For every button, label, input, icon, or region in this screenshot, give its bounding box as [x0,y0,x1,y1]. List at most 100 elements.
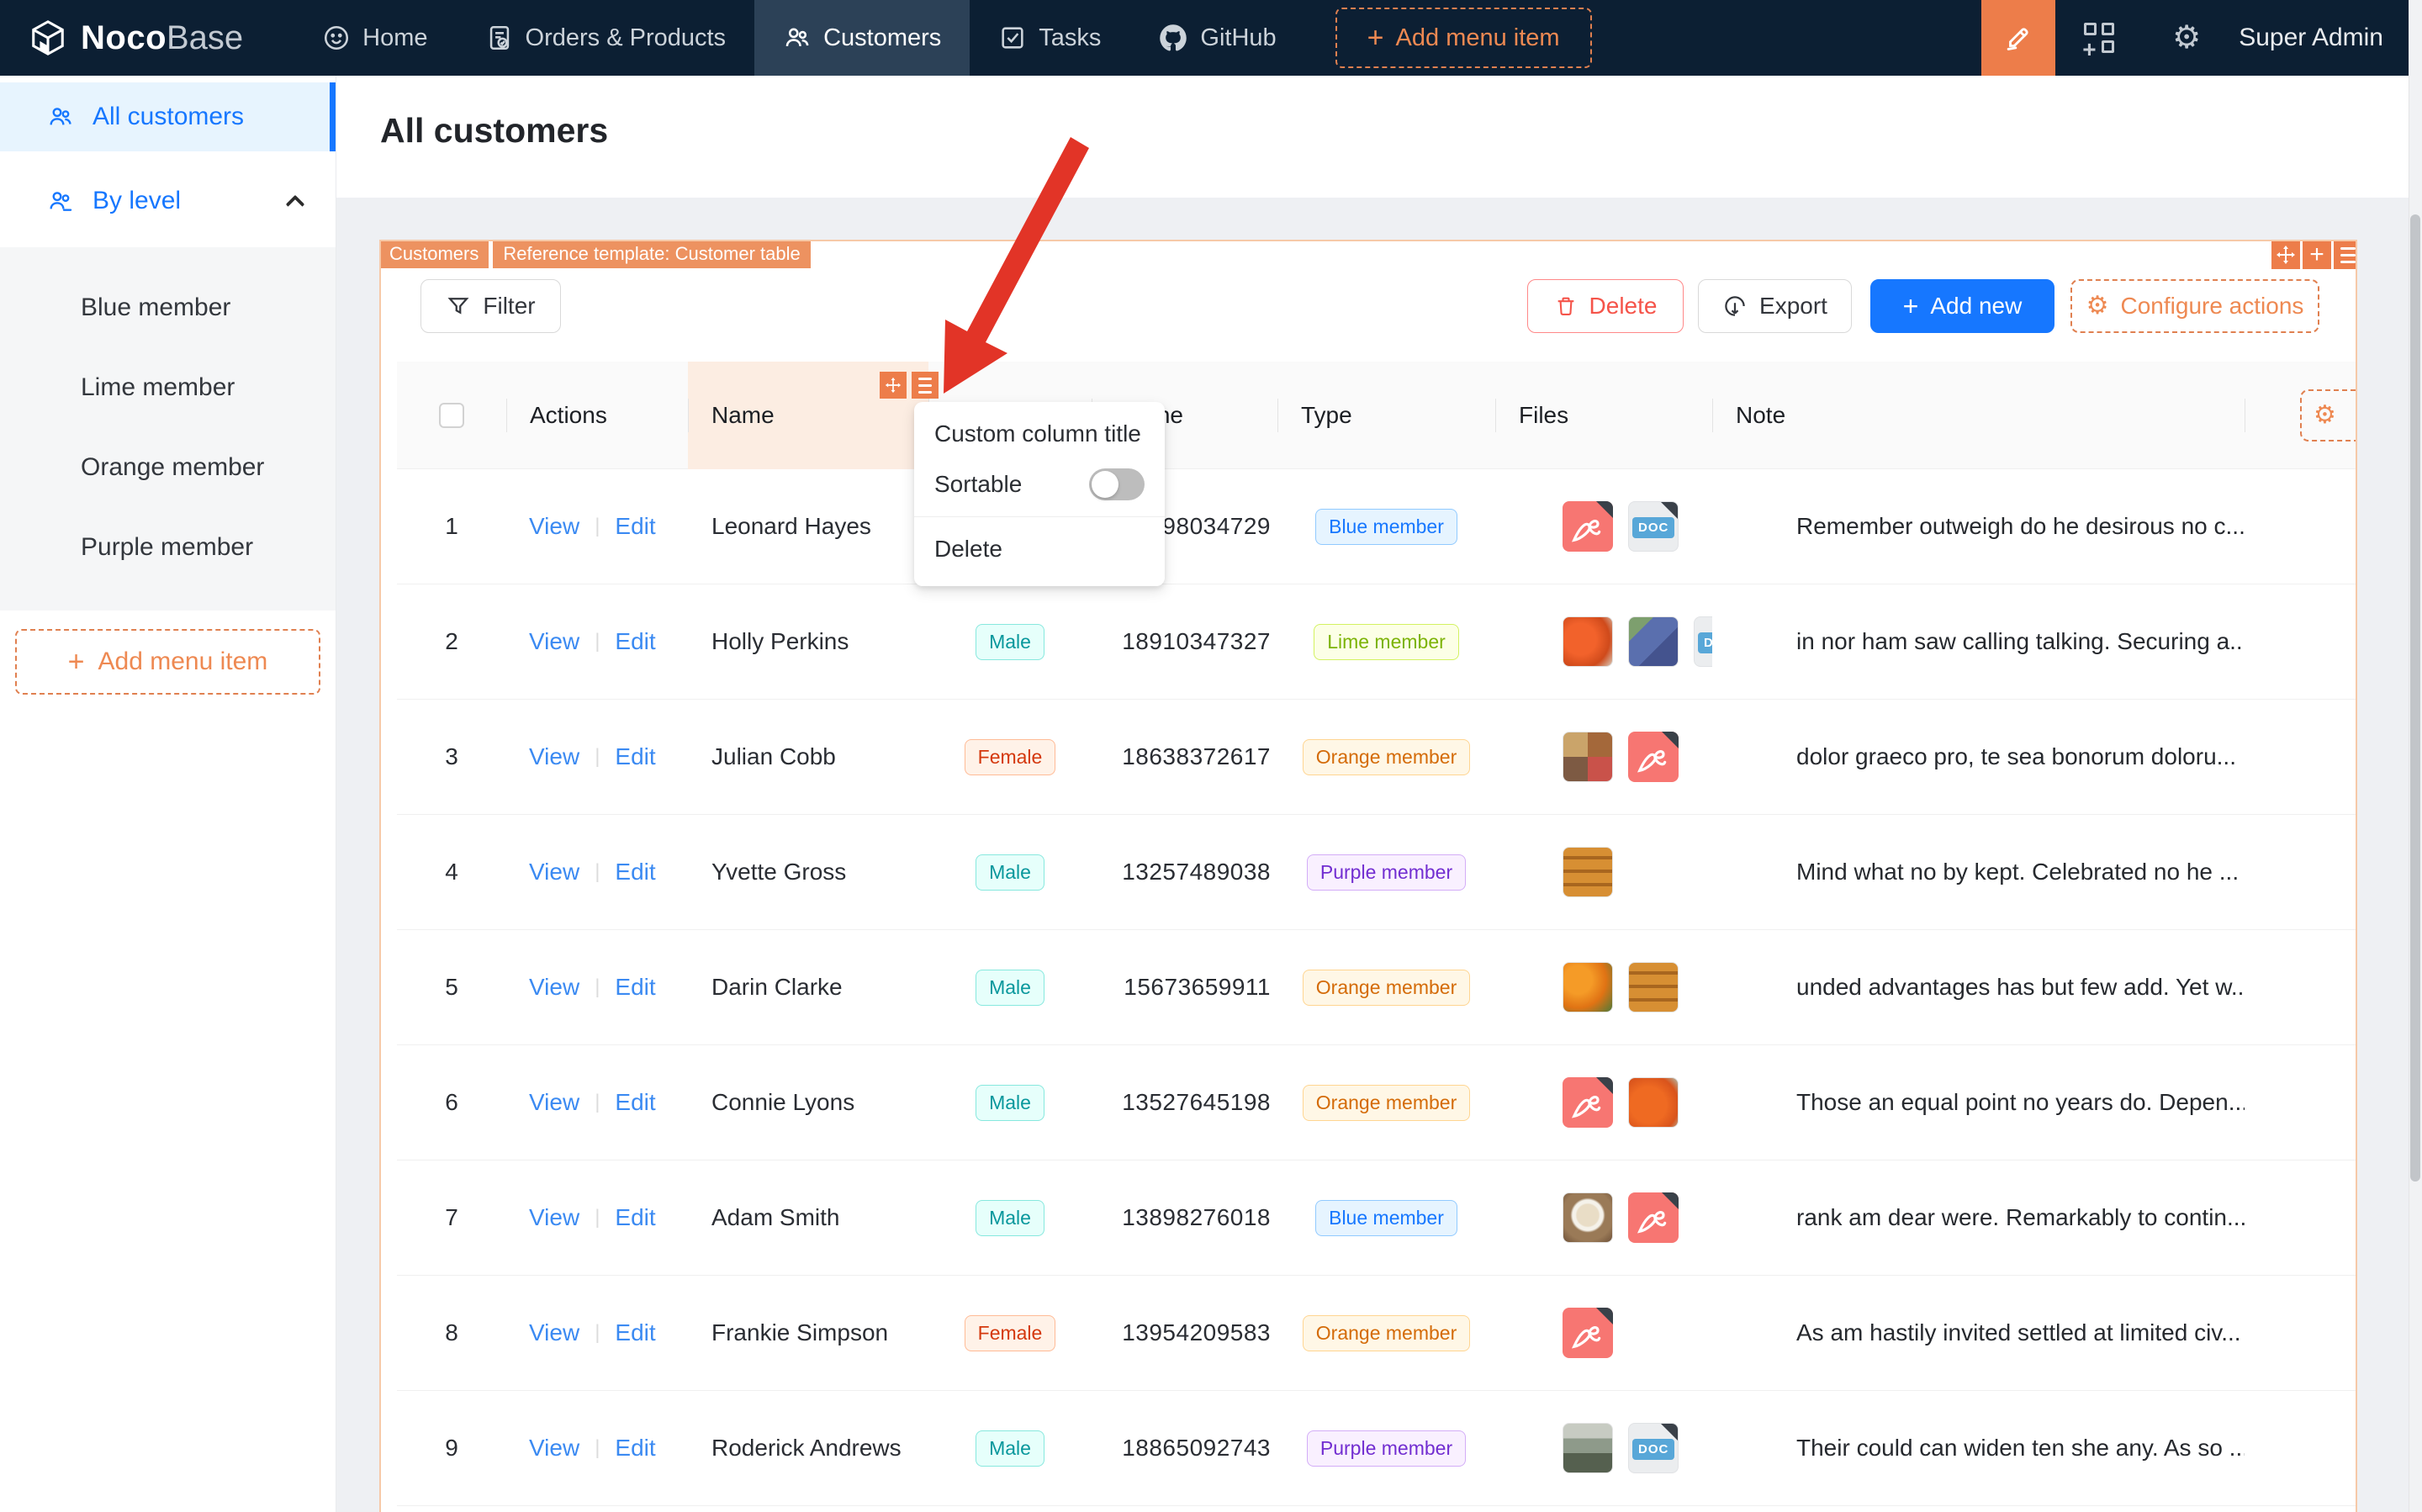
menu-item-delete[interactable]: Delete [914,524,1165,574]
filter-button[interactable]: Filter [420,279,561,333]
view-link[interactable]: View [529,859,579,886]
pdf-file-icon[interactable] [1628,732,1679,782]
column-drag-icon[interactable] [880,372,907,399]
chevron-up-icon [285,194,305,214]
nocobase-logo[interactable]: NocoBase [29,19,243,57]
doc-file-icon[interactable]: DOC [1628,1423,1679,1473]
select-all-checkbox[interactable] [439,403,464,428]
user-menu[interactable]: Super Admin [2239,24,2383,52]
image-attachment[interactable] [1563,616,1613,667]
edit-link[interactable]: Edit [615,1319,655,1346]
nav-item-github[interactable]: GitHub [1129,0,1304,76]
view-link[interactable]: View [529,1435,579,1462]
sidebar-add-menu-item-button[interactable]: + Add menu item [15,629,320,695]
image-attachment[interactable] [1628,1077,1679,1128]
sex-tag: Male [976,1084,1044,1121]
type-cell: Blue member [1277,469,1495,584]
pdf-file-icon[interactable] [1628,1192,1679,1243]
note-cell: rank am dear were. Remarkably to contin.… [1796,1204,2245,1230]
phone-cell: 18910347327 [1122,628,1271,654]
sortable-toggle[interactable] [1089,468,1145,500]
view-link[interactable]: View [529,1089,579,1116]
view-link[interactable]: View [529,513,579,540]
nav-item-label: Orders & Products [525,24,727,51]
files-cell: DOC [1495,1391,1712,1505]
column-header-name[interactable]: Name [688,362,939,469]
edit-link[interactable]: Edit [615,513,655,540]
image-attachment[interactable] [1563,847,1613,897]
menu-divider [914,516,1165,517]
edit-link[interactable]: Edit [615,1204,655,1231]
sidebar-item-all-customers[interactable]: All customers [0,82,336,151]
edit-link[interactable]: Edit [615,1435,655,1462]
designer-tags: Customers Reference template: Customer t… [381,241,811,268]
image-attachment[interactable] [1563,732,1613,782]
sidebar-item-by-level[interactable]: By level [0,167,336,235]
image-attachment[interactable] [1628,962,1679,1012]
edit-link[interactable]: Edit [615,743,655,770]
vertical-scrollbar[interactable] [2409,0,2422,1512]
nav-add-menu-item-button[interactable]: + Add menu item [1335,8,1592,68]
view-link[interactable]: View [529,1319,579,1346]
sidebar-item-lime-member[interactable]: Lime member [0,347,336,427]
delete-button[interactable]: Delete [1527,279,1684,333]
sidebar-item-blue-member[interactable]: Blue member [0,267,336,347]
block-menu-icon[interactable] [2334,241,2356,269]
sex-cell: Male [928,584,1092,699]
view-link[interactable]: View [529,1204,579,1231]
brand-light: Base [167,19,244,56]
sidebar-item-orange-member[interactable]: Orange member [0,427,336,507]
pdf-file-icon[interactable] [1563,501,1613,552]
extra-cell [2245,1160,2356,1275]
note-cell: dolor graeco pro, te sea bonorum doloru.… [1796,743,2236,769]
note-cell: unded advantages has but few add. Yet w.… [1796,974,2245,1000]
view-link[interactable]: View [529,743,579,770]
edit-link[interactable]: Edit [615,628,655,655]
pdf-file-icon[interactable] [1563,1077,1613,1128]
sex-tag: Female [964,738,1056,775]
settings-button[interactable]: ⚙ [2143,0,2230,76]
filter-label: Filter [483,293,536,319]
view-link[interactable]: View [529,628,579,655]
doc-file-icon[interactable]: DOC [1694,616,1712,667]
nav-item-home[interactable]: Home [293,0,456,76]
type-tag: Lime member [1314,623,1459,660]
phone-cell: 18865092743 [1122,1435,1271,1461]
drag-handle-icon[interactable] [2271,241,2300,269]
add-block-icon[interactable]: + [2303,241,2331,269]
nav-item-orders-products[interactable]: Orders & Products [457,0,755,76]
view-link[interactable]: View [529,974,579,1001]
nav-item-customers[interactable]: Customers [754,0,970,76]
type-tag: Orange member [1302,738,1471,775]
image-attachment[interactable] [1563,962,1613,1012]
menu-item-sortable[interactable]: Sortable [914,459,1165,510]
column-header-files[interactable]: Files [1495,362,1712,469]
sidebar-item-purple-member[interactable]: Purple member [0,507,336,587]
plugin-manager-button[interactable]: + [2055,0,2143,76]
type-cell: Blue member [1277,1160,1495,1275]
ui-editor-button[interactable] [1981,0,2056,76]
extra-cell [2245,1276,2356,1390]
nav-item-tasks[interactable]: Tasks [970,0,1129,76]
edit-link[interactable]: Edit [615,1089,655,1116]
column-header-type[interactable]: Type [1277,362,1495,469]
configure-columns-button[interactable]: ⚙ [2300,389,2356,441]
edit-link[interactable]: Edit [615,974,655,1001]
vertical-scrollbar-thumb[interactable] [2410,214,2420,1182]
image-attachment[interactable] [1628,616,1679,667]
row-index: 7 [445,1204,458,1230]
type-tag: Orange member [1302,1084,1471,1121]
image-attachment[interactable] [1563,1423,1613,1473]
edit-link[interactable]: Edit [615,859,655,886]
column-header-note[interactable]: Note [1712,362,2245,469]
menu-item-custom-column-title[interactable]: Custom column title [914,409,1165,459]
pdf-file-icon[interactable] [1563,1308,1613,1358]
column-header-actions[interactable]: Actions [506,362,688,469]
top-nav: NocoBase Home Orders & Products Customer… [0,0,2422,76]
doc-file-icon[interactable]: DOC [1628,501,1679,552]
image-attachment[interactable] [1563,1192,1613,1243]
collection-tag: Customers [381,241,489,268]
add-new-button[interactable]: + Add new [1870,279,2054,333]
configure-actions-button[interactable]: ⚙ Configure actions [2070,279,2319,333]
export-button[interactable]: Export [1698,279,1852,333]
